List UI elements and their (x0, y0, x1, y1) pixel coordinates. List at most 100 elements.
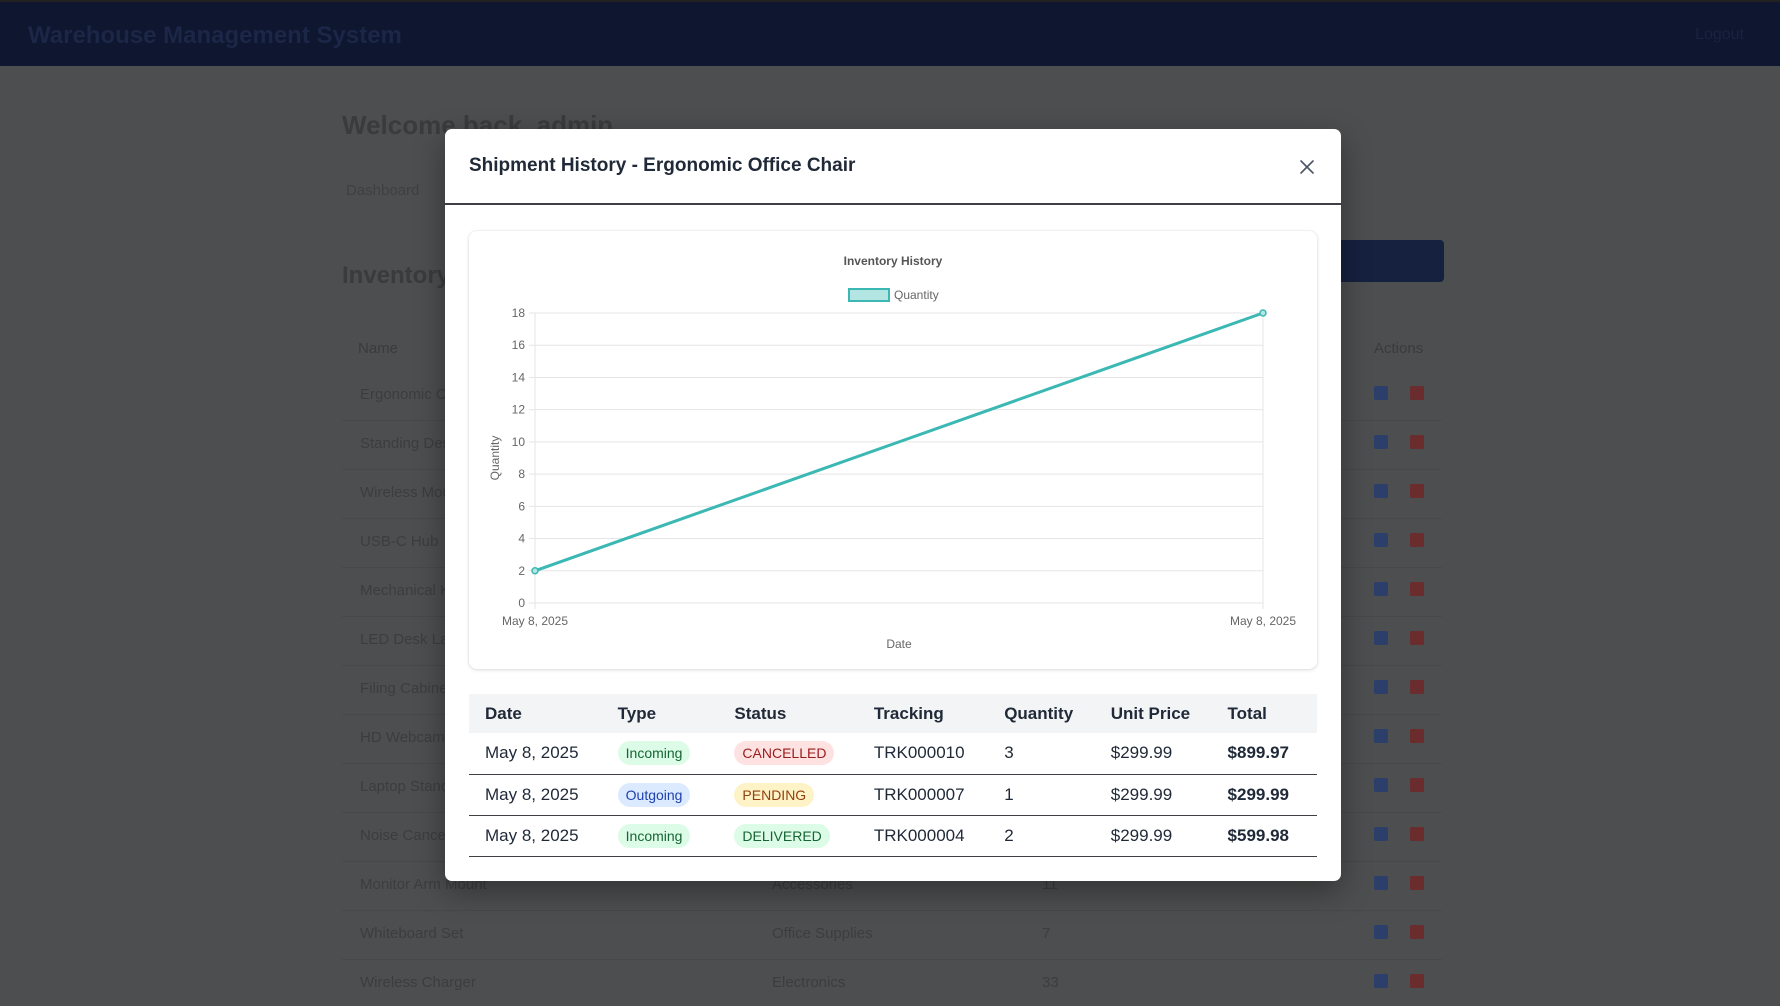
edit-icon[interactable] (1374, 533, 1388, 547)
shipment-total: $599.98 (1227, 825, 1289, 845)
modal-title: Shipment History - Ergonomic Office Chai… (469, 155, 856, 176)
table-row[interactable]: Wireless Charger Electronics 33 (342, 960, 1442, 1006)
y-tick-label: 16 (512, 338, 526, 352)
shipment-total: $299.99 (1227, 784, 1289, 804)
edit-icon[interactable] (1374, 435, 1388, 449)
type-badge: Incoming (617, 823, 691, 848)
tracking-number: TRK000004 (873, 825, 965, 845)
chart-svg: Inventory History Quantity 0 2 4 6 8 10 12 14 16 18… (488, 254, 1296, 651)
shipment-quantity: 1 (1004, 784, 1014, 804)
item-name: Whiteboard Set (360, 925, 464, 942)
status-badge: DELIVERED (734, 823, 830, 848)
logout-link[interactable]: Logout (1695, 26, 1744, 44)
x-tick-label: May 8, 2025 (502, 614, 568, 628)
item-quantity: 7 (1042, 925, 1051, 942)
tracking-number: TRK000010 (873, 743, 965, 763)
column-header: Total (1227, 703, 1267, 723)
item-name: USB-C Hub (360, 533, 439, 550)
edit-icon[interactable] (1374, 729, 1388, 743)
y-tick-label: 0 (518, 596, 525, 610)
delete-icon[interactable] (1410, 778, 1424, 792)
column-header: Date (485, 703, 522, 723)
item-name: Filing Cabinet (360, 680, 452, 697)
column-header: Unit Price (1110, 703, 1191, 723)
legend-swatch (848, 288, 890, 302)
type-badge: Incoming (617, 741, 691, 766)
delete-icon[interactable] (1410, 386, 1424, 400)
app-header: Warehouse Management System Logout (0, 0, 1780, 66)
y-tick-label: 8 (518, 467, 525, 481)
y-tick-label: 4 (518, 532, 525, 546)
edit-icon[interactable] (1374, 386, 1388, 400)
item-name: Standing Desk (360, 435, 458, 452)
edit-icon[interactable] (1374, 974, 1388, 988)
delete-icon[interactable] (1410, 876, 1424, 890)
column-header: Tracking (873, 703, 944, 723)
close-button[interactable] (1293, 153, 1321, 181)
column-header: Quantity (1004, 703, 1074, 723)
y-tick-label: 18 (512, 306, 526, 320)
edit-icon[interactable] (1374, 484, 1388, 498)
inventory-history-chart: Inventory History Quantity 0 2 4 6 8 10 12 14 16 18… (469, 231, 1317, 669)
column-header: Status (734, 703, 787, 723)
edit-icon[interactable] (1374, 827, 1388, 841)
edit-icon[interactable] (1374, 680, 1388, 694)
item-name: Laptop Stand (360, 778, 450, 795)
y-tick-label: 6 (518, 499, 525, 513)
status-badge: CANCELLED (734, 741, 835, 766)
modal-header: Shipment History - Ergonomic Office Chai… (445, 129, 1341, 205)
delete-icon[interactable] (1410, 925, 1424, 939)
app-brand[interactable]: Warehouse Management System (28, 22, 402, 50)
tracking-number: TRK000007 (873, 784, 965, 804)
item-category: Office Supplies (772, 925, 873, 942)
shipment-type-cell: Incoming (602, 815, 719, 856)
shipment-history-table: Date Type Status Tracking Quantity Unit Price… (469, 694, 1317, 857)
edit-icon[interactable] (1374, 582, 1388, 596)
item-name: Wireless Charger (360, 974, 476, 991)
shipment-quantity: 3 (1004, 743, 1014, 763)
x-axis-label: Date (886, 637, 912, 651)
unit-price: $299.99 (1110, 743, 1173, 763)
delete-icon[interactable] (1410, 827, 1424, 841)
section-title: Inventory (342, 262, 451, 289)
table-row[interactable]: May 8, 2025 Incoming DELIVERED TRK000004 2 $2… (469, 815, 1317, 856)
delete-icon[interactable] (1410, 484, 1424, 498)
table-row[interactable]: Whiteboard Set Office Supplies 7 (342, 911, 1442, 960)
data-point (531, 567, 539, 575)
item-name: HD Webcam (360, 729, 445, 746)
edit-icon[interactable] (1374, 778, 1388, 792)
edit-icon[interactable] (1374, 876, 1388, 890)
column-header-actions: Actions (1374, 340, 1424, 357)
x-tick-label: May 8, 2025 (1230, 614, 1296, 628)
type-badge: Outgoing (617, 782, 691, 807)
status-badge: PENDING (734, 782, 815, 807)
shipment-type-cell: Incoming (602, 733, 719, 774)
shipment-total: $899.97 (1227, 743, 1289, 763)
data-point (1259, 309, 1267, 317)
shipment-history-modal: Shipment History - Ergonomic Office Chai… (445, 129, 1341, 881)
edit-icon[interactable] (1374, 925, 1388, 939)
legend-label: Quantity (894, 288, 939, 302)
delete-icon[interactable] (1410, 582, 1424, 596)
table-row[interactable]: May 8, 2025 Incoming CANCELLED TRK000010 3 $2… (469, 733, 1317, 774)
chart-title: Inventory History (844, 254, 943, 268)
delete-icon[interactable] (1410, 680, 1424, 694)
y-tick-label: 10 (512, 435, 526, 449)
table-row[interactable]: May 8, 2025 Outgoing PENDING TRK000007 1 $299… (469, 774, 1317, 815)
delete-icon[interactable] (1410, 729, 1424, 743)
page-subtitle: Dashboard (346, 182, 420, 199)
delete-icon[interactable] (1410, 974, 1424, 988)
column-header: Type (617, 703, 657, 723)
delete-icon[interactable] (1410, 533, 1424, 547)
shipment-type-cell: Outgoing (602, 774, 719, 815)
unit-price: $299.99 (1110, 784, 1173, 804)
shipment-date: May 8, 2025 (485, 784, 579, 804)
shipment-status-cell: CANCELLED (718, 733, 857, 774)
delete-icon[interactable] (1410, 435, 1424, 449)
item-category: Electronics (772, 974, 846, 991)
edit-icon[interactable] (1374, 631, 1388, 645)
shipment-quantity: 2 (1004, 825, 1014, 845)
unit-price: $299.99 (1110, 825, 1173, 845)
y-tick-label: 2 (518, 564, 525, 578)
delete-icon[interactable] (1410, 631, 1424, 645)
